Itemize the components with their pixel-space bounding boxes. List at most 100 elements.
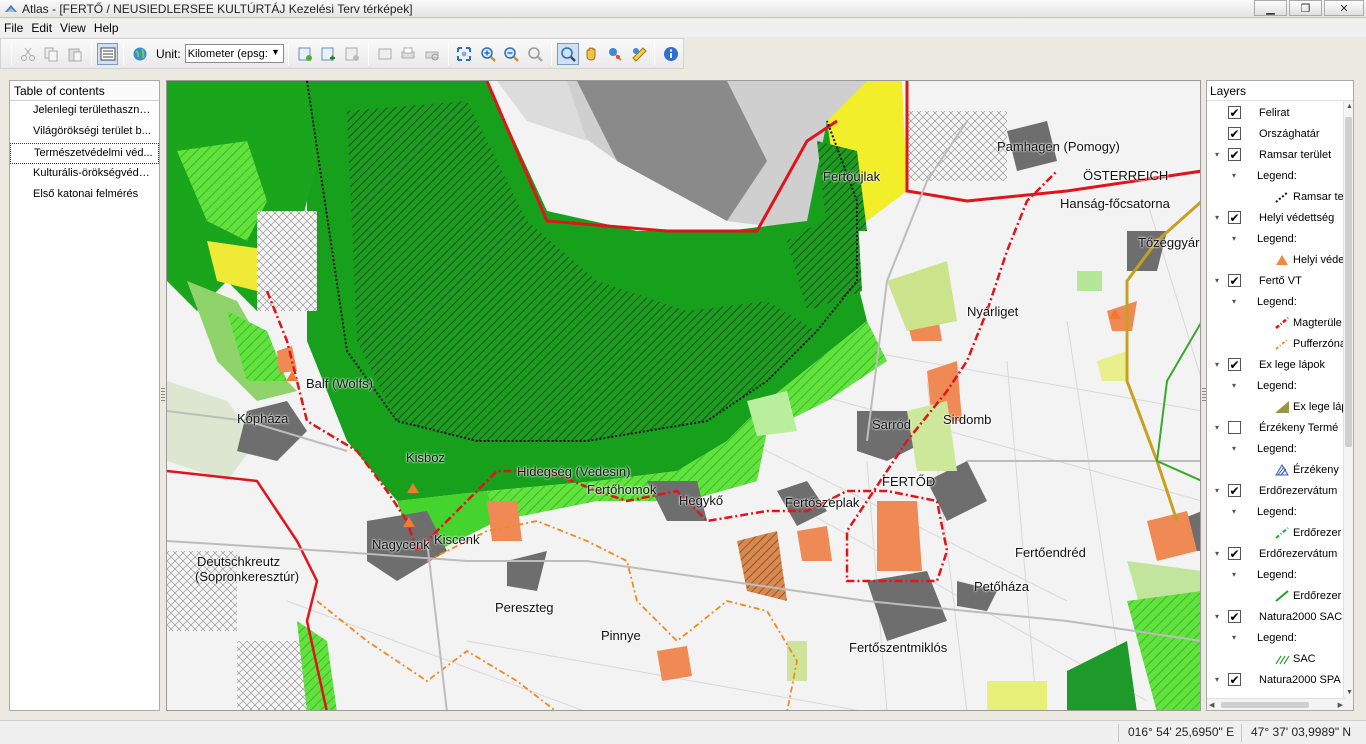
layer-visibility-checkbox[interactable]: ✔ <box>1228 484 1241 497</box>
chevron-down-icon[interactable]: ▾ <box>1229 381 1239 390</box>
menu-file[interactable]: File <box>0 21 27 35</box>
identify-button[interactable] <box>604 43 626 65</box>
globe-button[interactable] <box>129 43 151 65</box>
legend-row: ▾ Legend: <box>1207 291 1345 312</box>
minimize-button[interactable]: ▁ <box>1254 0 1287 16</box>
layer-row[interactable]: ▾ ✔ Helyi védettség <box>1207 207 1345 228</box>
layer-row[interactable]: ▾ ✔ Erdőrezervátum <box>1207 480 1345 501</box>
toc-item-kulturalis[interactable]: Kulturális-örökségvédelem <box>10 164 159 185</box>
layers-horizontal-scrollbar[interactable]: ◀ ▶ <box>1207 698 1345 710</box>
layer-visibility-checkbox[interactable]: ✔ <box>1228 274 1241 287</box>
expander-icon[interactable]: ▾ <box>1212 675 1222 684</box>
unit-select[interactable]: Kilometer (epsg: ▼ <box>184 44 284 63</box>
legend-label: Legend: <box>1257 295 1297 308</box>
zoom-in-button[interactable] <box>477 43 499 65</box>
layer-row[interactable]: ✔ Felirat <box>1207 102 1345 123</box>
print-button[interactable] <box>397 43 419 65</box>
chevron-down-icon[interactable]: ▾ <box>1229 444 1239 453</box>
layer-row[interactable]: ▾ ✔ Natura2000 SAC <box>1207 606 1345 627</box>
layer-row[interactable]: ▾ ✔ Fertő VT <box>1207 270 1345 291</box>
menu-help[interactable]: Help <box>90 21 123 35</box>
new-layer-button[interactable] <box>294 43 316 65</box>
toc-item-elso-katonai[interactable]: Első katonai felmérés <box>10 185 159 206</box>
zoom-previous-icon <box>528 46 543 62</box>
pan-button[interactable] <box>581 43 603 65</box>
chevron-down-icon[interactable]: ▾ <box>1229 570 1239 579</box>
layer-row[interactable]: ▾ ✔ Natura2000 SPA <box>1207 669 1345 690</box>
window-title: Atlas - [FERTŐ / NEUSIEDLERSEE KULTÚRTÁJ… <box>22 1 413 16</box>
layer-row[interactable]: ▾ Érzékeny Termé <box>1207 417 1345 438</box>
layer-visibility-checkbox[interactable]: ✔ <box>1228 358 1241 371</box>
toolbar-separator <box>11 42 12 65</box>
zoom-out-button[interactable] <box>501 43 523 65</box>
layers-vertical-scrollbar[interactable]: ▲ ▼ <box>1343 101 1353 710</box>
expander-icon[interactable]: ▾ <box>1212 213 1222 222</box>
expander-icon[interactable]: ▾ <box>1212 612 1222 621</box>
layer-row[interactable]: ✔ Országhatár <box>1207 123 1345 144</box>
menu-edit[interactable]: Edit <box>27 21 56 35</box>
legend-label: Legend: <box>1257 379 1297 392</box>
measure-icon <box>631 46 647 62</box>
layer-visibility-checkbox[interactable]: ✔ <box>1228 547 1241 560</box>
cut-button[interactable] <box>17 43 39 65</box>
chevron-down-icon[interactable]: ▾ <box>1229 234 1239 243</box>
legend-row: ▾ Legend: <box>1207 438 1345 459</box>
scroll-down-icon[interactable]: ▼ <box>1346 689 1353 696</box>
copy-button[interactable] <box>41 43 63 65</box>
chevron-down-icon[interactable]: ▾ <box>1229 633 1239 642</box>
legend-row: ▾ Legend: <box>1207 375 1345 396</box>
layer-visibility-checkbox[interactable]: ✔ <box>1228 610 1241 623</box>
layer-visibility-checkbox[interactable]: ✔ <box>1228 127 1241 140</box>
layer-label: Érzékeny Termé <box>1259 421 1339 434</box>
info-button[interactable] <box>660 43 682 65</box>
export-button[interactable] <box>374 43 396 65</box>
layer-label: Natura2000 SPA <box>1259 673 1341 686</box>
layer-visibility-checkbox[interactable]: ✔ <box>1228 148 1241 161</box>
layer-row[interactable]: ▾ ✔ Ramsar terület <box>1207 144 1345 165</box>
menu-view[interactable]: View <box>56 21 90 35</box>
map-label-hegyko: Hegykő <box>679 493 724 508</box>
left-splitter-handle[interactable] <box>161 388 165 402</box>
legend-symbol-label: Ex lege láp <box>1293 400 1345 413</box>
remove-layer-button[interactable] <box>341 43 363 65</box>
restore-button[interactable]: ❐ <box>1289 0 1322 16</box>
expander-icon[interactable]: ▾ <box>1212 486 1222 495</box>
toc-toggle-button[interactable] <box>96 42 119 65</box>
scroll-up-icon[interactable]: ▲ <box>1346 103 1353 110</box>
status-longitude: 016° 54' 25,6950" E <box>1128 725 1235 739</box>
toc-item-jelenlegi[interactable]: Jelenlegi területhasználat <box>10 101 159 122</box>
zoom-previous-button[interactable] <box>524 43 546 65</box>
scroll-left-icon[interactable]: ◀ <box>1209 701 1214 709</box>
chevron-down-icon[interactable]: ▾ <box>1229 507 1239 516</box>
paste-button[interactable] <box>64 43 86 65</box>
close-button[interactable]: ✕ <box>1324 0 1364 16</box>
scrollbar-thumb[interactable] <box>1345 117 1352 447</box>
layer-visibility-checkbox[interactable]: ✔ <box>1228 211 1241 224</box>
map-label-hidegseg: Hidegség (Vedesin) <box>517 464 631 479</box>
layer-visibility-checkbox[interactable] <box>1228 421 1241 434</box>
toc-item-termeszetvedelmi[interactable]: Természetvédelmi véd... <box>10 143 159 164</box>
layer-row[interactable]: ▾ ✔ Erdőrezervátum <box>1207 543 1345 564</box>
layer-visibility-checkbox[interactable]: ✔ <box>1228 673 1241 686</box>
add-layer-button[interactable] <box>318 43 340 65</box>
scrollbar-thumb[interactable] <box>1221 702 1309 708</box>
layer-row[interactable]: ▾ ✔ Ex lege lápok <box>1207 354 1345 375</box>
print-preview-button[interactable] <box>421 43 443 65</box>
zoom-extent-button[interactable] <box>454 43 476 65</box>
measure-button[interactable] <box>628 43 650 65</box>
expander-icon[interactable]: ▾ <box>1212 360 1222 369</box>
expander-icon[interactable]: ▾ <box>1212 276 1222 285</box>
map-canvas[interactable]: Pamhagen (Pomogy) ÖSTERREICH Hanság-főcs… <box>166 80 1201 711</box>
chevron-down-icon[interactable]: ▾ <box>1229 297 1239 306</box>
expander-icon[interactable]: ▾ <box>1212 423 1222 432</box>
chevron-down-icon[interactable]: ▾ <box>1229 171 1239 180</box>
blue-hatch-symbol-icon <box>1274 463 1290 477</box>
toc-item-vilagorokseg[interactable]: Világörökségi terület b... <box>10 122 159 143</box>
select-zoom-button[interactable] <box>556 42 579 65</box>
layer-visibility-checkbox[interactable]: ✔ <box>1228 106 1241 119</box>
scroll-right-icon[interactable]: ▶ <box>1338 701 1343 709</box>
map-label-balf: Balf (Wolfs) <box>306 376 373 391</box>
expander-icon[interactable]: ▾ <box>1212 150 1222 159</box>
expander-icon[interactable]: ▾ <box>1212 549 1222 558</box>
map-label-nagycenk: Nagycenk <box>372 537 430 552</box>
